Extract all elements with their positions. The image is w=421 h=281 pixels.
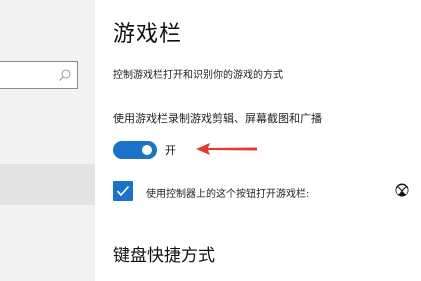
record-toggle[interactable] [113,141,157,159]
controller-button-checkbox[interactable] [113,181,133,201]
search-input[interactable] [0,61,78,89]
page-title: 游戏栏 [113,22,183,47]
checkmark-icon [116,185,130,197]
record-setting-label: 使用游戏栏录制游戏剪辑、屏幕截图和广播 [113,112,322,125]
keyboard-shortcuts-heading: 键盘快捷方式 [113,246,215,266]
navigation-pane [0,0,95,281]
xbox-icon [395,183,409,197]
controller-button-label: 使用控制器上的这个按钮打开游戏栏: [146,189,310,200]
settings-content: 游戏栏 控制游戏栏打开和识别你的游戏的方式 使用游戏栏录制游戏剪辑、屏幕截图和广… [113,0,421,281]
page-description: 控制游戏栏打开和识别你的游戏的方式 [113,70,283,81]
search-icon[interactable] [58,68,72,82]
toggle-knob [142,145,152,155]
red-arrow-icon [196,143,257,155]
toggle-state-label: 开 [165,144,176,157]
nav-item-selected[interactable] [0,164,95,205]
